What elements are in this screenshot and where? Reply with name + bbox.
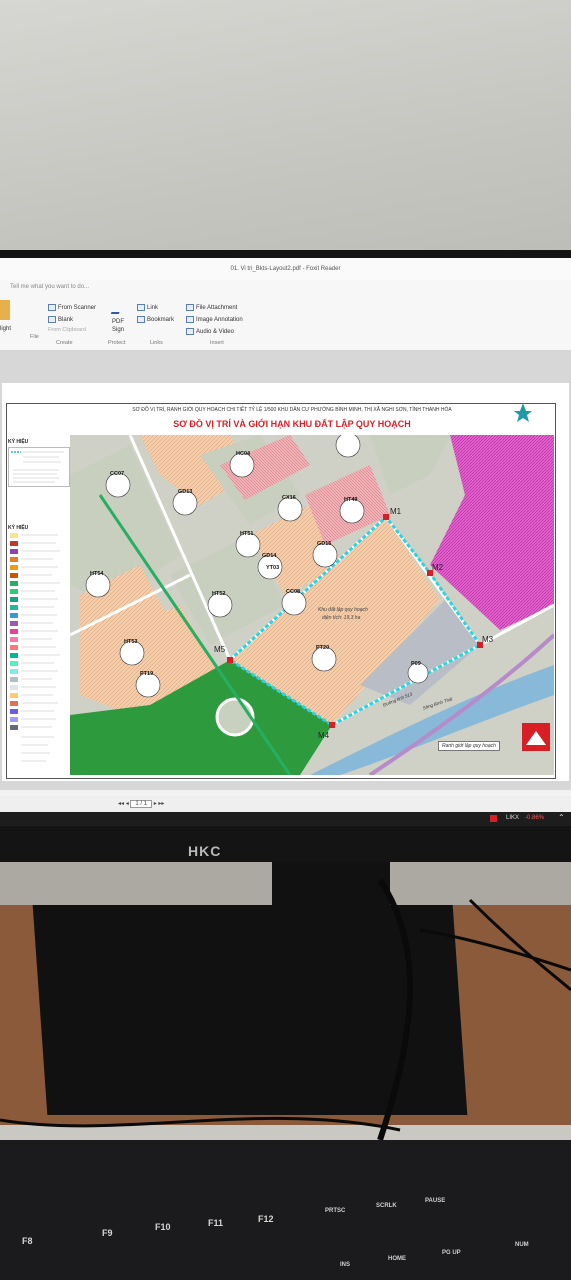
key-scrlk[interactable]: SCRLK: [376, 1203, 397, 1209]
ribbon-file-label: File: [30, 334, 39, 340]
from-scanner-button[interactable]: From Scanner: [48, 304, 96, 311]
bookmark-icon: [137, 316, 145, 323]
lot-label: HT54: [90, 571, 104, 577]
map-header-small: SƠ ĐỒ VỊ TRÍ, RANH GIỚI QUY HOẠCH CHI TI…: [132, 407, 452, 413]
ticker-change: -0.86%: [525, 815, 545, 821]
video-icon: [186, 328, 194, 335]
chevron-up-icon[interactable]: ⌃: [558, 813, 565, 822]
pdf-sign-button[interactable]: PDF Sign: [112, 318, 124, 334]
company-logo: [514, 401, 532, 423]
planning-map: CC07 HC04 GD13 CX16 HT49 HT51 GD15 GD14 …: [70, 435, 554, 775]
boundary-point-label: M4: [318, 731, 330, 740]
pdf-sign-icon[interactable]: [110, 302, 124, 314]
highlight-icon[interactable]: [0, 300, 10, 320]
page-number-input[interactable]: 1 / 1: [130, 800, 153, 808]
scanner-icon: [48, 304, 56, 311]
lot-label: P09: [411, 661, 421, 667]
ticker-icon: [490, 815, 497, 822]
boundary-point-label: M2: [432, 563, 444, 572]
lot-label: HT51: [240, 531, 254, 537]
links-group-label: Links: [150, 340, 163, 346]
lot-label: GD14: [262, 553, 277, 559]
page-navigation[interactable]: ◂◂ ◂ 1 / 1 ▸ ▸▸: [118, 800, 164, 808]
ticker-symbol: LIKX: [506, 815, 520, 821]
boundary-point-label: M5: [214, 645, 226, 654]
key-f9[interactable]: F9: [102, 1228, 113, 1238]
key-f12[interactable]: F12: [258, 1214, 274, 1224]
map-legend: KÝ HIỆU KÝ HIỆU: [8, 439, 70, 769]
key-ins[interactable]: INS: [340, 1262, 350, 1268]
boundary-point-label: M1: [390, 507, 402, 516]
link-button[interactable]: Link: [137, 304, 158, 311]
ribbon-toolbar: light File From Scanner Blank From Clipb…: [0, 294, 571, 351]
ribbon-left-label: light: [0, 326, 12, 332]
blank-button[interactable]: Blank: [48, 316, 73, 323]
key-f10[interactable]: F10: [155, 1222, 171, 1232]
legend-title-1: KÝ HIỆU: [8, 439, 29, 445]
lot-label: GD13: [178, 489, 193, 495]
key-prtsc[interactable]: PRTSC: [325, 1208, 345, 1214]
lot-label: CC07: [110, 471, 125, 477]
pdf-page: SƠ ĐỒ VỊ TRÍ, RANH GIỚI QUY HOẠCH CHI TI…: [2, 383, 569, 781]
link-icon: [137, 304, 145, 311]
boundary-point-label: M3: [482, 635, 494, 644]
lot-label: YT03: [266, 565, 280, 571]
area-size-label: diện tích: 19,3 ha: [322, 615, 361, 621]
area-label: Khu đất lập quy hoạch: [318, 607, 368, 613]
bookmark-button[interactable]: Bookmark: [137, 316, 174, 323]
image-annotation-button[interactable]: Image Annotation: [186, 316, 243, 323]
key-pgup[interactable]: PG UP: [442, 1250, 461, 1256]
image-icon: [186, 316, 194, 323]
key-f8[interactable]: F8: [22, 1236, 33, 1246]
insert-group-label: Insert: [210, 340, 224, 346]
key-pause[interactable]: PAUSE: [425, 1198, 445, 1204]
status-bar: ◂◂ ◂ 1 / 1 ▸ ▸▸: [0, 796, 571, 812]
key-home[interactable]: HOME: [388, 1256, 406, 1262]
key-f11[interactable]: F11: [208, 1218, 223, 1228]
wall-background: [0, 0, 571, 260]
legend-title-2: KÝ HIỆU: [8, 525, 29, 531]
blank-page-icon: [48, 316, 56, 323]
lot-label: CC08: [286, 589, 301, 595]
legend-swatches: [10, 533, 60, 762]
create-group-label: Create: [56, 340, 73, 346]
lot-label: CX16: [282, 495, 296, 501]
lot-label: GD15: [317, 541, 332, 547]
map-title: SƠ ĐỒ VỊ TRÍ VÀ GIỚI HẠN KHU ĐẤT LẬP QUY…: [173, 419, 411, 429]
keyboard: F8 F9 F10 F11 F12 PRTSC SCRLK PAUSE INS …: [0, 1140, 571, 1280]
from-clipboard-button[interactable]: From Clipboard: [48, 327, 86, 333]
audio-video-button[interactable]: Audio & Video: [186, 328, 234, 335]
window-title: 01. Vi tri_Bkts-Layout2.pdf - Foxit Read…: [0, 258, 571, 281]
protect-group-label: Protect: [108, 340, 126, 346]
lot-label: PT19: [140, 671, 154, 677]
taskbar: LIKX -0.86% ⌃: [0, 812, 571, 826]
cables: [0, 878, 571, 1141]
key-num[interactable]: NUM: [515, 1242, 529, 1248]
lot-label: HC04: [236, 451, 251, 457]
lot-label: HT53: [124, 639, 138, 645]
lot-label: HT49: [344, 497, 358, 503]
lot-label: HT52: [212, 591, 226, 597]
file-attachment-button[interactable]: File Attachment: [186, 304, 237, 311]
legend-box-top: [8, 447, 70, 487]
monitor-brand-logo: HKC: [188, 843, 222, 859]
lot-label: PT20: [316, 645, 330, 651]
boundary-callout: Ranh giới lập quy hoạch: [438, 741, 500, 751]
attachment-icon: [186, 304, 194, 311]
tell-me-input[interactable]: Tell me what you want to do...: [0, 280, 571, 294]
